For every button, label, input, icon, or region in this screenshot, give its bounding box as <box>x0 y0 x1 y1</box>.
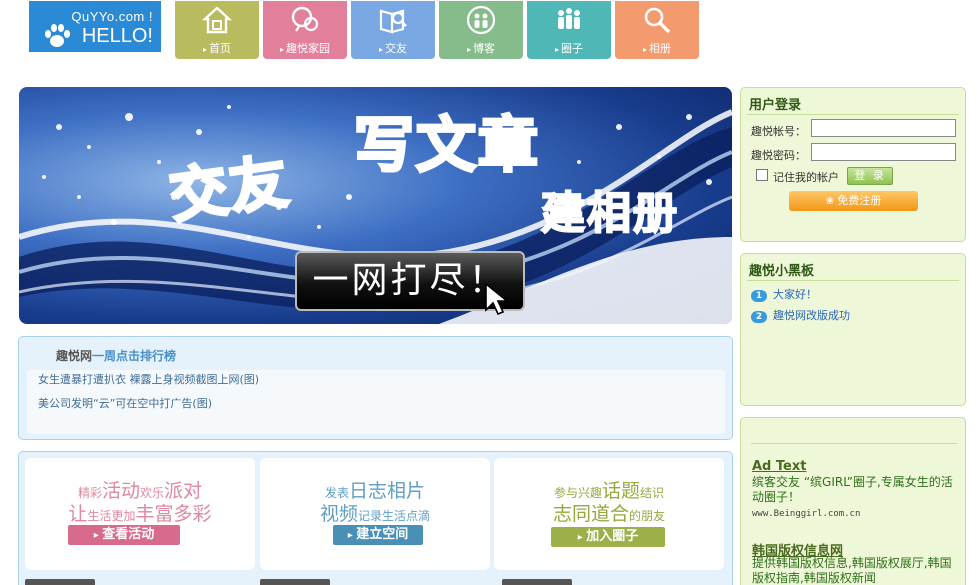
board-item[interactable]: 1 大家好！ <box>751 286 817 302</box>
ad-headline[interactable]: Ad Text <box>752 459 806 474</box>
nav-label: 相册 <box>615 40 699 56</box>
board-title: 趣悦小黑板 <box>749 264 815 279</box>
divider <box>751 443 957 444</box>
login-button[interactable]: 登 录 <box>847 167 893 185</box>
board-item-text: 趣悦网改版成功 <box>773 309 850 322</box>
group-icon <box>558 8 580 29</box>
nav-label: 圈子 <box>527 40 611 56</box>
divider <box>747 114 959 115</box>
logo-brand: QuYYo.com ! <box>71 9 153 24</box>
ranking-title-rest: 一周点击排行榜 <box>92 349 177 363</box>
divider <box>502 579 572 585</box>
divider <box>25 579 95 585</box>
nav-item-home-garden[interactable]: 趣悦家园 <box>263 1 347 59</box>
ranking-item[interactable]: 女生遭暴打遭扒衣 裸露上身视频截图上网(图) <box>38 371 259 387</box>
hero-banner[interactable]: 交友 写文章 建相册 一网打尽！ <box>19 87 732 324</box>
password-label: 趣悦密码： <box>751 149 806 162</box>
nav-item-friends[interactable]: 交友 <box>351 1 435 59</box>
feature-line2: 让生活更加丰富多彩 <box>68 503 212 525</box>
account-input[interactable] <box>811 119 956 137</box>
password-input[interactable] <box>811 143 956 161</box>
nav-item-circle[interactable]: 圈子 <box>527 1 611 59</box>
features-panel: 精彩活动欢乐派对 让生活更加丰富多彩 查看活动 发表日志相片 视频记录生活点滴 … <box>18 451 733 585</box>
nav-label: 趣悦家园 <box>263 40 347 56</box>
nav-item-album[interactable]: 相册 <box>615 1 699 59</box>
book-search-icon <box>379 9 407 34</box>
board-item-number: 1 <box>751 290 767 302</box>
nav-label: 博客 <box>439 40 523 56</box>
feature-card-circle[interactable]: 参与兴趣话题结识 志同道合的朋友 加入圈子 <box>494 458 724 570</box>
board-item-number: 2 <box>751 311 767 323</box>
view-activity-button[interactable]: 查看活动 <box>68 525 180 545</box>
site-logo[interactable]: QuYYo.com ! HELLO! <box>29 1 161 52</box>
board-item-text: 大家好！ <box>773 288 817 301</box>
ad-url[interactable]: www.Beinggirl.com.cn <box>752 509 860 519</box>
create-space-button[interactable]: 建立空间 <box>333 525 423 545</box>
nav-label: 首页 <box>175 40 259 56</box>
login-panel: 用户登录 趣悦帐号： 趣悦密码： 记住我的帐户 登 录 免费注册 <box>740 87 966 242</box>
people-icon <box>466 5 496 35</box>
cursor-icon <box>485 282 510 316</box>
divider <box>747 280 959 281</box>
ranking-item[interactable]: 美公司发明“云”可在空中打广告(图) <box>38 395 212 411</box>
account-label: 趣悦帐号： <box>751 125 806 138</box>
ads-panel: Ad Text 缤客交友 “缤GIRL”圈子,专属女生的活动圈子！ www.Be… <box>740 417 966 585</box>
feature-line2: 志同道合的朋友 <box>552 503 666 525</box>
login-title: 用户登录 <box>749 98 802 113</box>
banner-text-write: 写文章 <box>353 110 540 183</box>
ranking-list: 女生遭暴打遭扒衣 裸露上身视频截图上网(图) 美公司发明“云”可在空中打广告(图… <box>27 370 725 434</box>
notice-board-panel: 趣悦小黑板 1 大家好！ 2 趣悦网改版成功 <box>740 253 966 406</box>
board-item[interactable]: 2 趣悦网改版成功 <box>751 307 850 323</box>
weekly-ranking-panel: 趣悦网一周点击排行榜 女生遭暴打遭扒衣 裸露上身视频截图上网(图) 美公司发明“… <box>18 336 733 440</box>
logo-hello: HELLO! <box>81 25 153 47</box>
banner-text-friends: 交友 <box>164 145 295 232</box>
remember-label: 记住我的帐户 <box>773 171 839 184</box>
feature-card-space[interactable]: 发表日志相片 视频记录生活点滴 建立空间 <box>260 458 490 570</box>
feature-card-activity[interactable]: 精彩活动欢乐派对 让生活更加丰富多彩 查看活动 <box>25 458 255 570</box>
ad-description[interactable]: 缤客交友 “缤GIRL”圈子,专属女生的活动圈子！ <box>752 475 957 505</box>
ranking-title-site: 趣悦网 <box>56 349 93 363</box>
banner-text-album: 建相册 <box>540 187 679 240</box>
ranking-title: 趣悦网一周点击排行榜 <box>56 347 176 364</box>
register-button[interactable]: 免费注册 <box>789 191 918 211</box>
paw-icon <box>45 24 70 47</box>
chat-icon <box>291 6 319 32</box>
nav-item-blog[interactable]: 博客 <box>439 1 523 59</box>
join-circle-button[interactable]: 加入圈子 <box>551 527 665 547</box>
ad-description[interactable]: 提供韩国版权信息,韩国版权展厅,韩国版权指南,韩国版权新闻 <box>752 556 957 585</box>
nav-item-home[interactable]: 首页 <box>175 1 259 59</box>
divider <box>260 579 330 585</box>
search-icon <box>644 7 671 34</box>
remember-checkbox[interactable] <box>756 169 768 181</box>
feature-line2: 视频记录生活点滴 <box>319 503 431 525</box>
home-icon <box>202 6 232 34</box>
nav-label: 交友 <box>351 40 435 56</box>
